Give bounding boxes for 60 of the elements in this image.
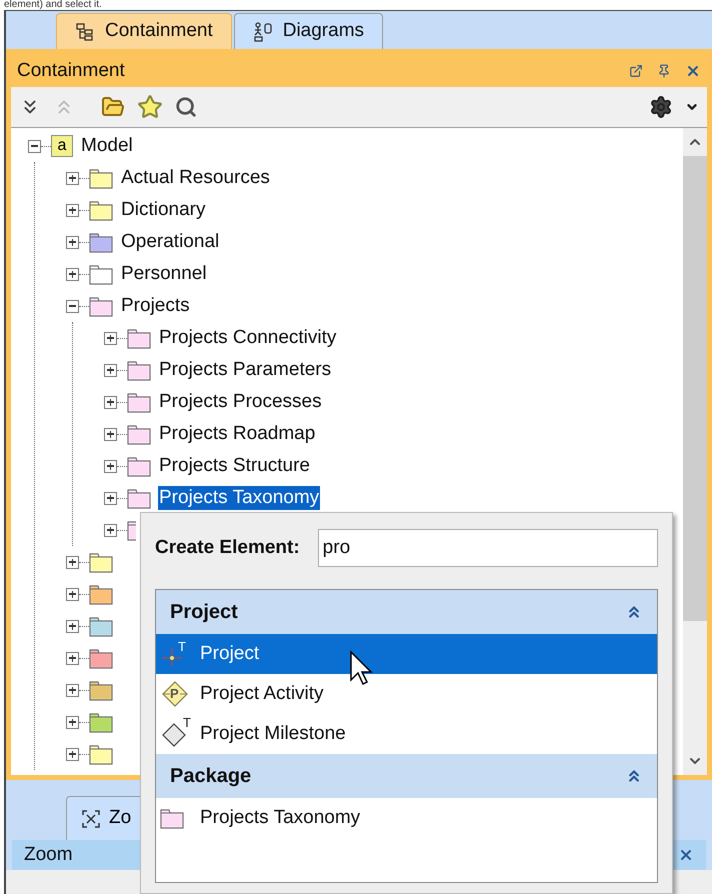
tree-item[interactable]: Projects Parameters bbox=[158, 358, 332, 382]
tree-item[interactable]: Projects bbox=[120, 294, 191, 318]
expand-toggle[interactable] bbox=[66, 588, 79, 600]
tree-item[interactable]: Projects Roadmap bbox=[158, 422, 316, 446]
tree-item[interactable]: Projects Connectivity bbox=[158, 326, 338, 350]
mouse-pointer-icon bbox=[349, 650, 373, 686]
group-header[interactable]: Package bbox=[156, 754, 657, 798]
tab[interactable]: Diagrams bbox=[234, 13, 384, 49]
tree-item[interactable]: Dictionary bbox=[120, 198, 206, 222]
search-field[interactable]: pro bbox=[318, 529, 658, 567]
tree-item[interactable]: Projects Taxonomy bbox=[158, 486, 320, 510]
group-header[interactable]: Project bbox=[156, 590, 657, 634]
list-item[interactable]: Projects Taxonomy bbox=[156, 798, 657, 838]
expand-toggle[interactable] bbox=[66, 172, 79, 184]
tab[interactable]: Containment bbox=[56, 13, 232, 49]
diagram-icon bbox=[252, 22, 273, 42]
expand-toggle[interactable] bbox=[66, 684, 79, 696]
expand-toggle[interactable] bbox=[66, 716, 79, 728]
settings-icon[interactable] bbox=[649, 95, 673, 119]
intro-text: element) and select it. bbox=[3, 0, 103, 10]
expand-toggle[interactable] bbox=[104, 364, 117, 376]
search-icon[interactable] bbox=[175, 96, 197, 118]
expand-toggle[interactable] bbox=[104, 492, 117, 504]
panel-title: Zoom bbox=[24, 842, 73, 867]
list-item[interactable]: T Project Milestone bbox=[156, 714, 657, 754]
expand-toggle[interactable] bbox=[66, 556, 79, 568]
folder-icon bbox=[160, 807, 184, 829]
star-icon[interactable] bbox=[137, 94, 163, 120]
expand-toggle[interactable] bbox=[104, 460, 117, 472]
collapse-toggle[interactable] bbox=[28, 140, 41, 152]
close-icon[interactable] bbox=[678, 847, 694, 863]
group-title: Package bbox=[170, 764, 252, 789]
list-item[interactable]: T Project bbox=[156, 634, 657, 674]
expand-toggle[interactable] bbox=[66, 620, 79, 632]
tree-icon bbox=[75, 22, 95, 42]
expand-toggle[interactable] bbox=[104, 428, 117, 440]
folder-icon[interactable] bbox=[101, 95, 125, 119]
list-item[interactable]: P Project Activity bbox=[156, 674, 657, 714]
fit-icon bbox=[81, 808, 101, 828]
model-icon: a bbox=[51, 135, 73, 157]
expand-toggle[interactable] bbox=[66, 748, 79, 760]
tree-item[interactable]: Projects Structure bbox=[158, 454, 311, 478]
panel-title: Containment bbox=[17, 58, 125, 83]
pin-icon[interactable] bbox=[657, 64, 671, 78]
tree-item[interactable]: Operational bbox=[120, 230, 220, 254]
scroll-thumb[interactable] bbox=[683, 156, 707, 621]
group-title: Project bbox=[170, 600, 238, 625]
detach-icon[interactable] bbox=[629, 64, 643, 78]
tree-item[interactable]: Projects Processes bbox=[158, 390, 323, 414]
close-icon[interactable] bbox=[685, 63, 701, 79]
expand-toggle[interactable] bbox=[66, 204, 79, 216]
create-element-label: Create Element: bbox=[155, 536, 300, 560]
expand-toggle[interactable] bbox=[66, 652, 79, 664]
expand-toggle[interactable] bbox=[66, 236, 79, 248]
expand-toggle[interactable] bbox=[104, 396, 117, 408]
expand-toggle[interactable] bbox=[66, 268, 79, 280]
expand-toggle[interactable] bbox=[104, 332, 117, 344]
expand-toggle[interactable] bbox=[104, 524, 117, 536]
collapse-toggle[interactable] bbox=[66, 300, 79, 312]
scrollbar[interactable] bbox=[683, 128, 707, 775]
